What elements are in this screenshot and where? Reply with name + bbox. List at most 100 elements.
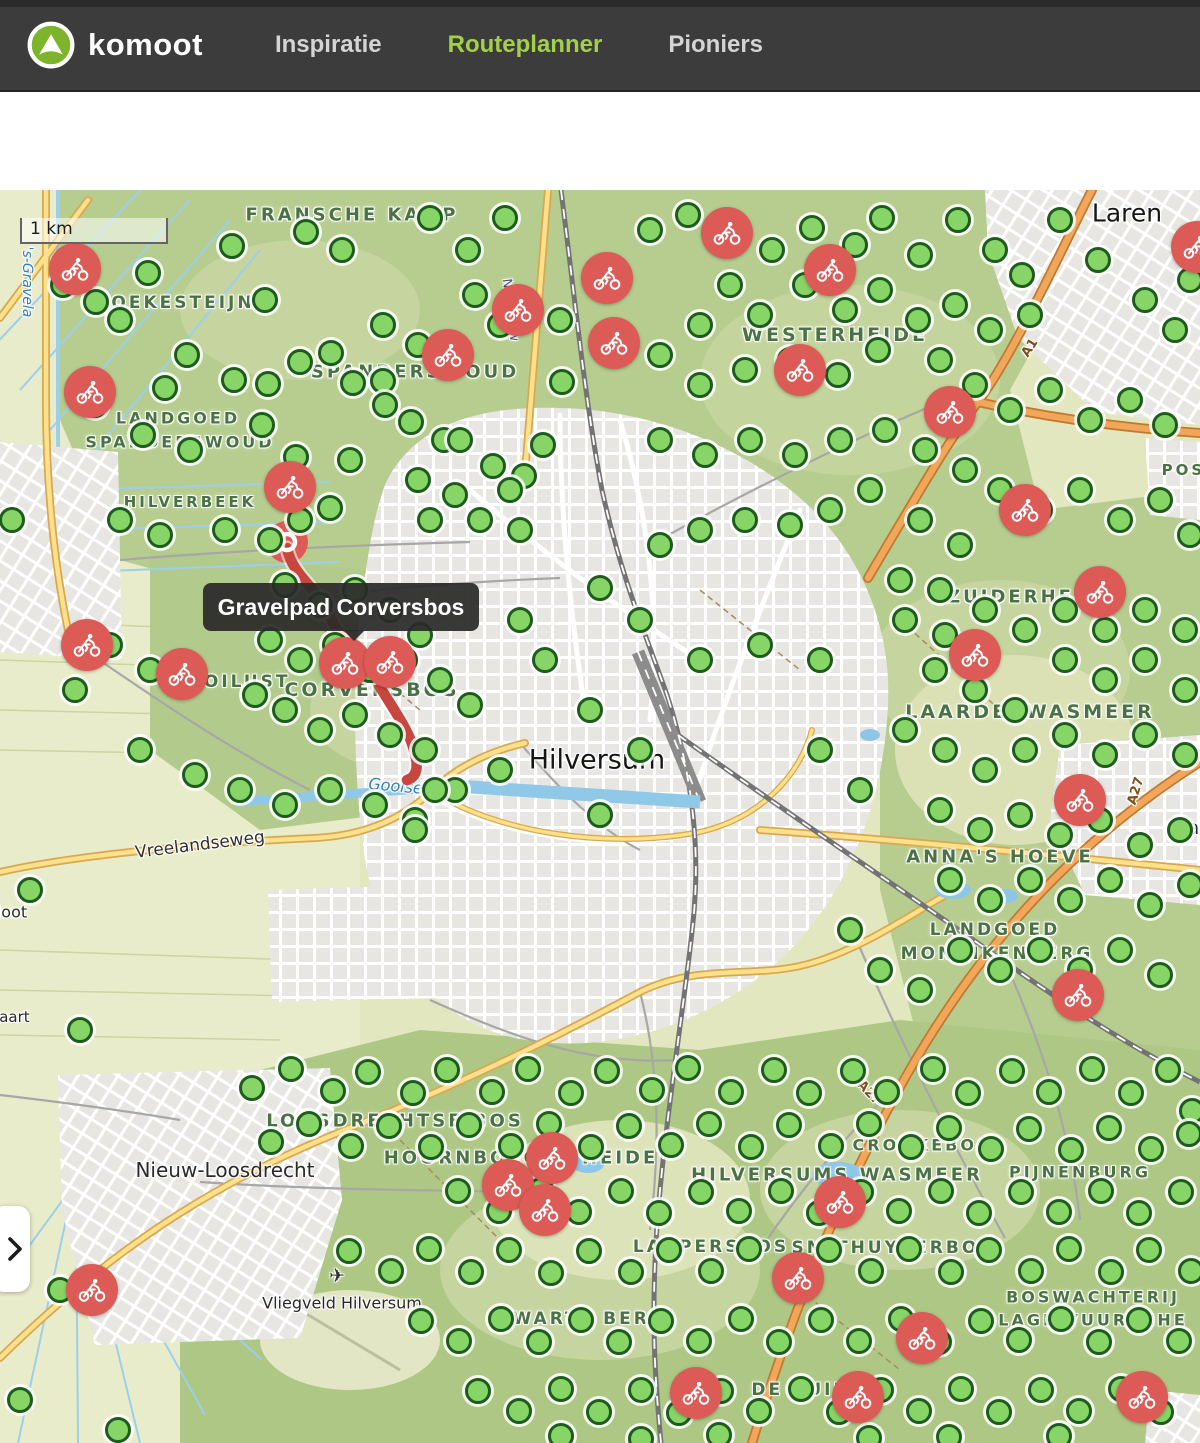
poi-marker[interactable]	[127, 737, 153, 763]
poi-marker[interactable]	[594, 1058, 620, 1084]
poi-marker[interactable]	[688, 1179, 714, 1205]
poi-marker[interactable]	[698, 1258, 724, 1284]
poi-marker[interactable]	[687, 517, 713, 543]
poi-marker[interactable]	[832, 297, 858, 323]
poi-marker[interactable]	[920, 1056, 946, 1082]
poi-marker[interactable]	[465, 1378, 491, 1404]
poi-marker[interactable]	[658, 1132, 684, 1158]
poi-marker[interactable]	[846, 1328, 872, 1354]
poi-marker[interactable]	[1126, 1307, 1152, 1333]
poi-marker[interactable]	[788, 1376, 814, 1402]
poi-marker[interactable]	[777, 512, 803, 538]
highlight-marker[interactable]	[64, 366, 116, 418]
poi-marker[interactable]	[479, 1079, 505, 1105]
poi-marker[interactable]	[442, 482, 468, 508]
poi-marker[interactable]	[746, 1398, 772, 1424]
poi-marker[interactable]	[434, 1057, 460, 1083]
poi-marker[interactable]	[747, 632, 773, 658]
poi-marker[interactable]	[905, 307, 931, 333]
highlight-marker[interactable]	[49, 243, 101, 295]
highlight-marker[interactable]	[519, 1184, 571, 1236]
poi-marker[interactable]	[761, 1057, 787, 1083]
poi-marker[interactable]	[858, 1258, 884, 1284]
poi-marker[interactable]	[616, 1113, 642, 1139]
poi-marker[interactable]	[869, 205, 895, 231]
poi-marker[interactable]	[272, 572, 298, 598]
poi-marker[interactable]	[1048, 1306, 1074, 1332]
poi-marker[interactable]	[1017, 867, 1043, 893]
poi-marker[interactable]	[1132, 287, 1158, 313]
highlight-marker[interactable]	[364, 636, 416, 688]
poi-marker[interactable]	[252, 287, 278, 313]
poi-marker[interactable]	[498, 1133, 524, 1159]
poi-marker[interactable]	[656, 1237, 682, 1263]
poi-marker[interactable]	[646, 1200, 672, 1226]
poi-marker[interactable]	[737, 427, 763, 453]
poi-marker[interactable]	[272, 792, 298, 818]
poi-marker[interactable]	[258, 1129, 284, 1155]
poi-marker[interactable]	[648, 1308, 674, 1334]
poi-marker[interactable]	[608, 1178, 634, 1204]
poi-marker[interactable]	[402, 817, 428, 843]
poi-marker[interactable]	[576, 1238, 602, 1264]
poi-marker[interactable]	[107, 507, 133, 533]
poi-marker[interactable]	[278, 1056, 304, 1082]
poi-marker[interactable]	[647, 427, 673, 453]
poi-marker[interactable]	[856, 1425, 882, 1443]
poi-marker[interactable]	[1155, 1057, 1181, 1083]
poi-marker[interactable]	[239, 1075, 265, 1101]
poi-marker[interactable]	[1028, 1377, 1054, 1403]
poi-marker[interactable]	[408, 1308, 434, 1334]
poi-marker[interactable]	[532, 647, 558, 673]
poi-marker[interactable]	[972, 597, 998, 623]
poi-marker[interactable]	[686, 1328, 712, 1354]
poi-marker[interactable]	[400, 1080, 426, 1106]
poi-marker[interactable]	[7, 1387, 33, 1413]
poi-marker[interactable]	[1085, 247, 1111, 273]
poi-marker[interactable]	[936, 1424, 962, 1443]
poi-marker[interactable]	[647, 342, 673, 368]
poi-marker[interactable]	[816, 1237, 842, 1263]
poi-marker[interactable]	[1177, 872, 1200, 898]
poi-marker[interactable]	[639, 1077, 665, 1103]
poi-marker[interactable]	[257, 627, 283, 653]
poi-marker[interactable]	[362, 792, 388, 818]
poi-marker[interactable]	[1107, 507, 1133, 533]
poi-marker[interactable]	[1008, 1179, 1034, 1205]
poi-marker[interactable]	[568, 1307, 594, 1333]
poi-marker[interactable]	[417, 507, 443, 533]
highlight-marker[interactable]	[264, 461, 316, 513]
poi-marker[interactable]	[1058, 1137, 1084, 1163]
poi-marker[interactable]	[445, 1178, 471, 1204]
poi-marker[interactable]	[628, 1426, 654, 1443]
highlight-marker[interactable]	[66, 1264, 118, 1316]
highlight-marker[interactable]	[61, 619, 113, 671]
poi-marker[interactable]	[255, 371, 281, 397]
poi-marker[interactable]	[726, 1198, 752, 1224]
poi-marker[interactable]	[759, 237, 785, 263]
poi-marker[interactable]	[342, 702, 368, 728]
poi-marker[interactable]	[1066, 1398, 1092, 1424]
poi-marker[interactable]	[107, 307, 133, 333]
poi-marker[interactable]	[1167, 817, 1193, 843]
poi-marker[interactable]	[62, 677, 88, 703]
poi-marker[interactable]	[865, 337, 891, 363]
poi-marker[interactable]	[1168, 1179, 1194, 1205]
poi-marker[interactable]	[857, 477, 883, 503]
poi-marker[interactable]	[907, 507, 933, 533]
poi-marker[interactable]	[177, 437, 203, 463]
poi-marker[interactable]	[336, 1238, 362, 1264]
poi-marker[interactable]	[130, 422, 156, 448]
poi-marker[interactable]	[732, 507, 758, 533]
highlight-marker[interactable]	[804, 244, 856, 296]
poi-marker[interactable]	[480, 453, 506, 479]
poi-marker[interactable]	[293, 219, 319, 245]
poi-marker[interactable]	[377, 722, 403, 748]
highlight-marker[interactable]	[588, 317, 640, 369]
poi-marker[interactable]	[342, 577, 368, 603]
poi-marker[interactable]	[515, 1056, 541, 1082]
poi-marker[interactable]	[455, 237, 481, 263]
poi-marker[interactable]	[606, 1329, 632, 1355]
poi-marker[interactable]	[867, 957, 893, 983]
poi-marker[interactable]	[1036, 1079, 1062, 1105]
